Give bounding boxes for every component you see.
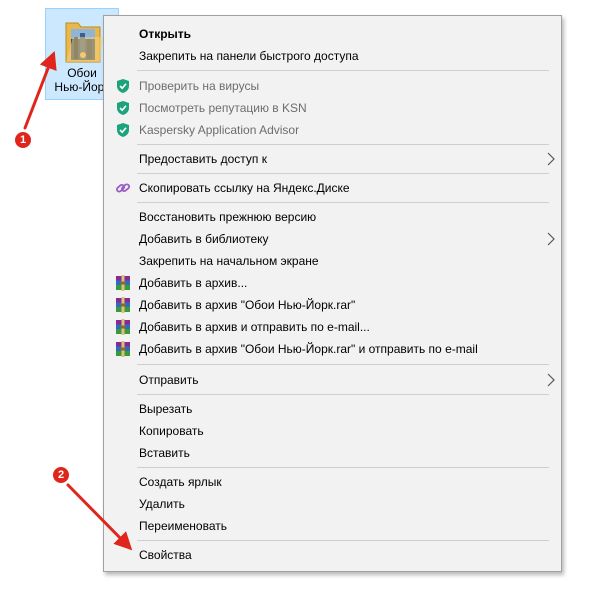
annotation-arrow-1 [23, 51, 57, 130]
annotation-badge-2: 2 [53, 467, 69, 483]
annotation-badge-1: 1 [15, 132, 31, 148]
annotation-arrow-2 [66, 483, 133, 551]
annotation-arrows [23, 51, 133, 551]
